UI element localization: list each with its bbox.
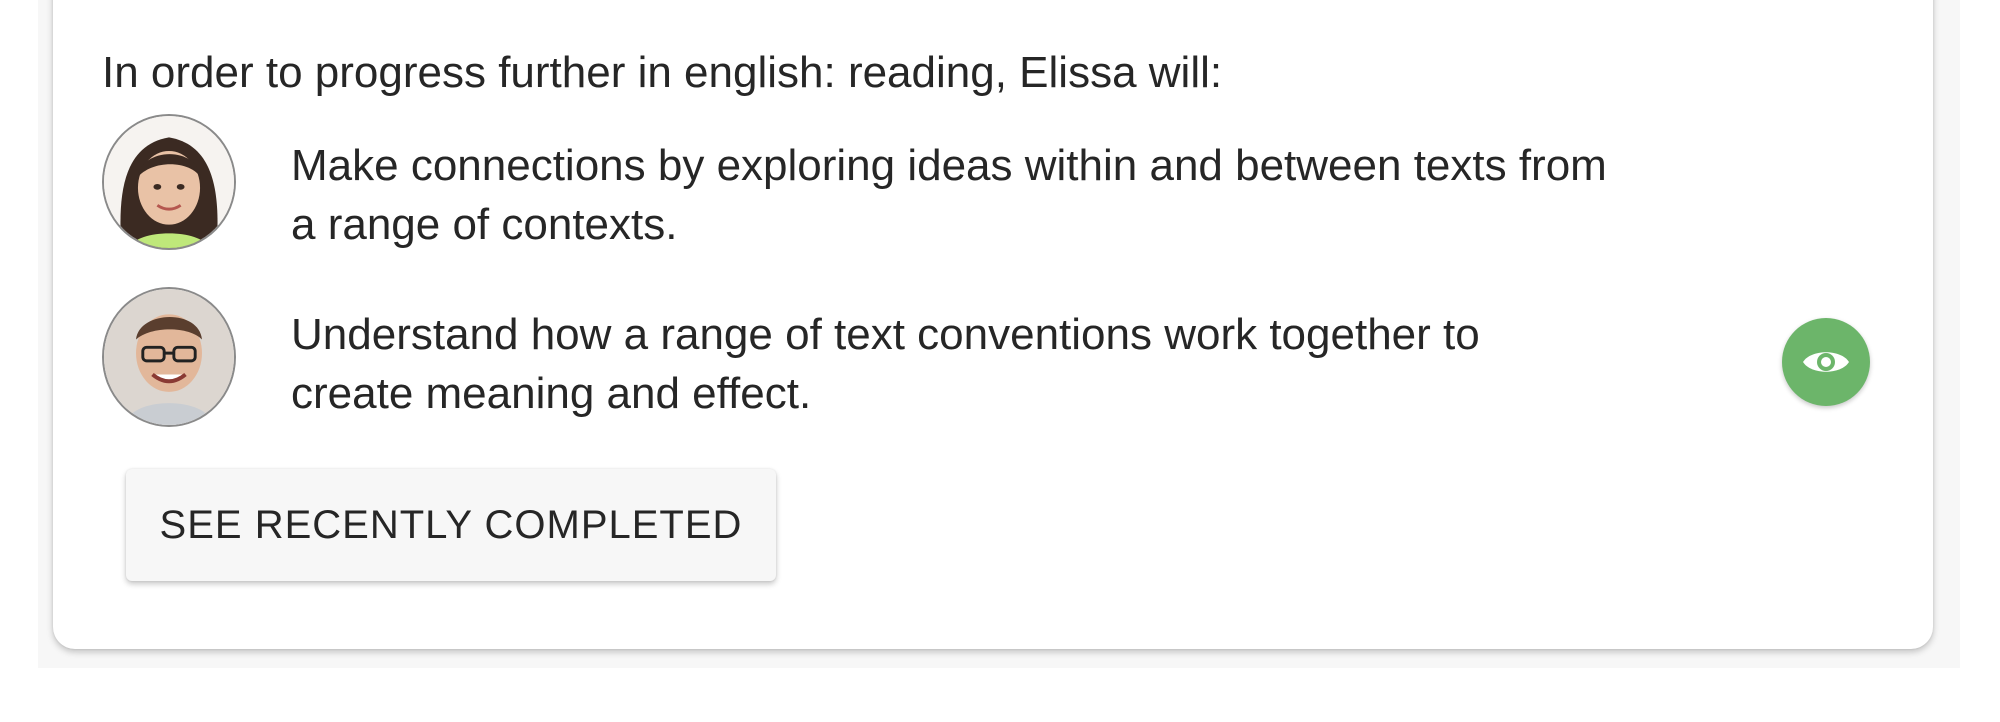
goal-text: Make connections by exploring ideas with…	[291, 141, 1607, 249]
teacher-avatar-image	[104, 289, 234, 425]
teacher-avatar	[102, 287, 236, 427]
goal-item: Make connections by exploring ideas with…	[102, 114, 1882, 254]
view-goal-button[interactable]	[1782, 318, 1870, 406]
student-avatar	[102, 114, 236, 250]
student-avatar-image	[104, 116, 234, 248]
goal-text: Understand how a range of text conventio…	[291, 310, 1480, 418]
goal-item: Understand how a range of text conventio…	[102, 287, 1882, 427]
see-recently-completed-button[interactable]: SEE RECENTLY COMPLETED	[126, 469, 776, 581]
intro-text: In order to progress further in english:…	[102, 48, 1223, 97]
eye-icon	[1803, 352, 1849, 372]
